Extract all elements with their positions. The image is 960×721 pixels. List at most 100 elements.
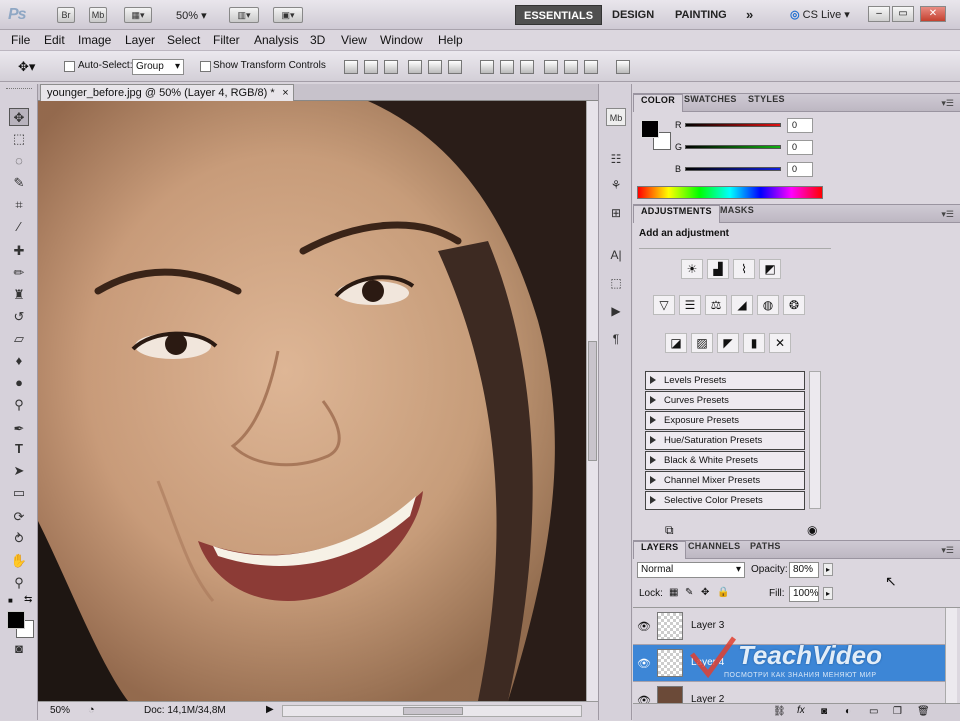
brush-presets-panel-icon[interactable]: ⬚	[606, 274, 626, 292]
lock-image-icon[interactable]: ✎	[685, 587, 693, 598]
menu-file[interactable]: File	[11, 33, 30, 47]
horizontal-scrollbar-thumb[interactable]	[403, 707, 463, 715]
workspace-painting[interactable]: PAINTING	[667, 5, 735, 25]
document-canvas[interactable]	[38, 101, 586, 701]
delete-layer-icon[interactable]: 🗑	[917, 706, 930, 717]
eye-icon[interactable]: 👁	[637, 657, 651, 670]
paragraph-panel-icon[interactable]: ¶	[606, 330, 626, 348]
layers-scrollbar[interactable]	[945, 608, 957, 707]
align-bottom-icon[interactable]	[384, 60, 398, 74]
bridge-button[interactable]: Br	[57, 7, 75, 23]
color-foreground-swatch[interactable]	[641, 120, 659, 138]
close-window-button[interactable]: ✕	[920, 6, 946, 22]
adjustments-menu-icon[interactable]: ▾☰	[941, 209, 954, 220]
workspace-design[interactable]: DESIGN	[604, 5, 662, 25]
preset-levels[interactable]: Levels Presets	[645, 371, 805, 390]
path-selection-tool-icon[interactable]: ➤	[9, 462, 29, 480]
toolbox-grip[interactable]	[6, 88, 32, 91]
clone-stamp-tool-icon[interactable]: ♜	[9, 286, 29, 304]
add-mask-icon[interactable]: ◙	[821, 706, 827, 717]
fill-slider-arrow[interactable]: ▸	[823, 587, 834, 600]
hand-tool-icon[interactable]: ✋	[9, 552, 29, 570]
color-balance-icon[interactable]: ⚖	[705, 295, 727, 315]
tab-channels[interactable]: CHANNELS	[681, 541, 747, 559]
auto-align-layers-icon[interactable]	[616, 60, 630, 74]
more-workspaces-button[interactable]: »	[738, 5, 761, 25]
align-horizontal-center-icon[interactable]	[428, 60, 442, 74]
preset-exposure[interactable]: Exposure Presets	[645, 411, 805, 430]
mini-bridge-panel-icon[interactable]: Mb	[606, 108, 626, 126]
dodge-tool-icon[interactable]: ⚲	[9, 396, 29, 414]
canvas-horizontal-scrollbar[interactable]	[282, 705, 582, 717]
auto-select-checkbox[interactable]	[64, 61, 75, 72]
swap-colors-icon[interactable]: ⇆	[24, 594, 32, 605]
history-brush-tool-icon[interactable]: ↺	[9, 308, 29, 326]
brush-tool-icon[interactable]: ✏	[9, 264, 29, 282]
preset-selective-color[interactable]: Selective Color Presets	[645, 491, 805, 510]
threshold-icon[interactable]: ◤	[717, 333, 739, 353]
invert-icon[interactable]: ◪	[665, 333, 687, 353]
quick-mask-icon[interactable]: ◙	[9, 640, 29, 658]
menu-help[interactable]: Help	[438, 33, 463, 47]
actions-panel-icon[interactable]: ⚘	[606, 176, 626, 194]
opacity-input[interactable]: 80%	[789, 562, 819, 578]
menu-select[interactable]: Select	[167, 33, 200, 47]
close-document-icon[interactable]: ×	[282, 85, 288, 101]
menu-image[interactable]: Image	[78, 33, 111, 47]
show-transform-checkbox[interactable]	[200, 61, 211, 72]
screen-mode-button[interactable]: ▣▾	[273, 7, 303, 23]
minimize-button[interactable]: –	[868, 6, 890, 22]
menu-layer[interactable]: Layer	[125, 33, 155, 47]
status-zoom[interactable]: 50%	[50, 705, 70, 716]
align-vertical-center-icon[interactable]	[364, 60, 378, 74]
tab-styles[interactable]: STYLES	[741, 94, 792, 112]
blue-slider[interactable]	[685, 167, 781, 171]
blur-tool-icon[interactable]: ●	[9, 374, 29, 392]
tab-adjustments[interactable]: ADJUSTMENTS	[633, 205, 720, 223]
curves-icon[interactable]: ⌇	[733, 259, 755, 279]
eye-icon[interactable]: 👁	[637, 620, 651, 633]
eraser-tool-icon[interactable]: ▱	[9, 330, 29, 348]
marquee-tool-icon[interactable]: ⬚	[9, 130, 29, 148]
menu-window[interactable]: Window	[380, 33, 423, 47]
zoom-tool-icon[interactable]: ⚲	[9, 574, 29, 592]
new-adjustment-layer-icon[interactable]: ◐	[845, 706, 851, 717]
preset-hue-saturation[interactable]: Hue/Saturation Presets	[645, 431, 805, 450]
clone-source-panel-icon[interactable]: ⊞	[606, 204, 626, 222]
fill-input[interactable]: 100%	[789, 586, 819, 602]
view-extras-button[interactable]: ▦▾	[124, 7, 152, 23]
lock-position-icon[interactable]: ✥	[701, 587, 709, 598]
green-slider[interactable]	[685, 145, 781, 149]
quick-selection-tool-icon[interactable]: ✎	[9, 174, 29, 192]
history-panel-icon[interactable]: ☷	[606, 150, 626, 168]
paint-bucket-tool-icon[interactable]: ♦	[9, 352, 29, 370]
new-group-icon[interactable]: ▭	[869, 706, 878, 717]
green-value-input[interactable]: 0	[787, 140, 813, 155]
canvas-vertical-scrollbar[interactable]	[586, 101, 598, 701]
align-right-icon[interactable]	[448, 60, 462, 74]
blend-mode-dropdown[interactable]: Normal ▾	[637, 562, 745, 578]
character-panel-icon[interactable]: A|	[606, 246, 626, 264]
distribute-center-icon[interactable]	[500, 60, 514, 74]
distribute-top-icon[interactable]	[480, 60, 494, 74]
tab-masks[interactable]: MASKS	[713, 205, 761, 223]
preset-channel-mixer[interactable]: Channel Mixer Presets	[645, 471, 805, 490]
hue-saturation-icon[interactable]: ☰	[679, 295, 701, 315]
zoom-level-selector[interactable]: 50% ▾	[176, 9, 207, 22]
distribute-right-icon[interactable]	[584, 60, 598, 74]
status-menu-arrow-icon[interactable]: ▶	[266, 704, 274, 715]
vibrance-icon[interactable]: ▽	[653, 295, 675, 315]
pen-tool-icon[interactable]: ✒	[9, 420, 29, 438]
color-spectrum-bar[interactable]	[637, 186, 823, 199]
document-tab[interactable]: younger_before.jpg @ 50% (Layer 4, RGB/8…	[40, 84, 294, 101]
crop-tool-icon[interactable]: ⌗	[9, 196, 29, 214]
mini-bridge-button[interactable]: Mb	[89, 7, 107, 23]
foreground-color-swatch[interactable]	[7, 611, 25, 629]
visibility-toggle-icon[interactable]: ◉	[807, 523, 817, 537]
menu-view[interactable]: View	[341, 33, 367, 47]
menu-analysis[interactable]: Analysis	[254, 33, 299, 47]
new-layer-icon[interactable]: ❐	[893, 706, 902, 717]
panel-menu-icon[interactable]: ▾☰	[941, 98, 954, 109]
distribute-bottom-icon[interactable]	[520, 60, 534, 74]
posterize-icon[interactable]: ▨	[691, 333, 713, 353]
